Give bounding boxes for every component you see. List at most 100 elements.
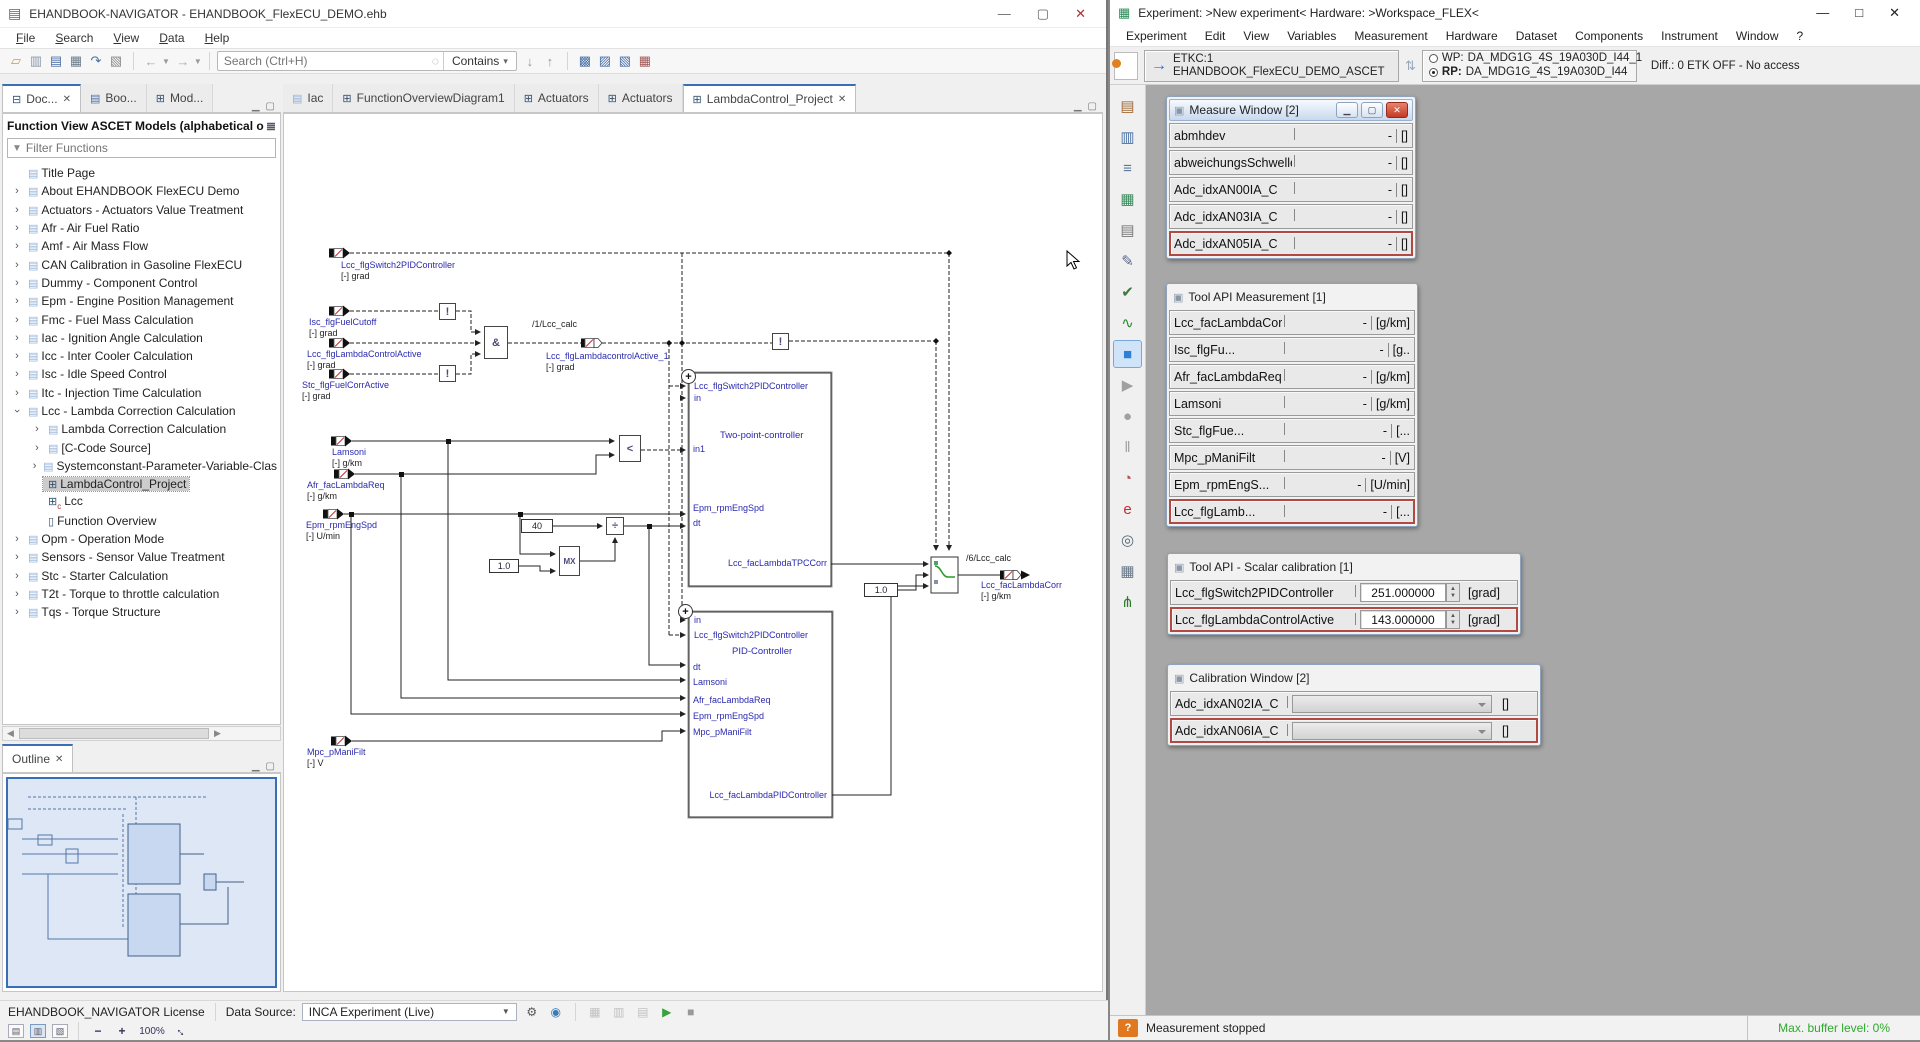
measure-row[interactable]: abmhdev - [] bbox=[1169, 123, 1413, 148]
measure-row[interactable]: Mpc_pManiFilt - [V] bbox=[1169, 445, 1415, 470]
tree-item[interactable]: › Lambda Correction Calculation bbox=[3, 420, 280, 438]
diagram-label[interactable]: Lcc_facLambdaPIDController bbox=[684, 790, 827, 801]
diagram-label[interactable]: Isc_flgFuelCutoff[-] grad bbox=[309, 317, 376, 339]
diagram-label[interactable]: Stc_flgFuelCorrActive[-] grad bbox=[302, 380, 389, 402]
measure-window-titlebar[interactable]: ▣ Measure Window [2] ▁ ▢ ✕ bbox=[1169, 99, 1413, 121]
diagram-label[interactable]: Epm_rpmEngSpd[-] U/min bbox=[306, 520, 377, 542]
tree-item[interactable]: › Epm - Engine Position Management bbox=[3, 292, 280, 310]
tab-outline[interactable]: Outline✕ bbox=[2, 744, 73, 772]
model-toolbar-icon[interactable]: ▩ bbox=[575, 51, 595, 71]
expander-icon[interactable]: › bbox=[11, 606, 23, 618]
diagram-label[interactable]: /6/Lcc_calc bbox=[966, 553, 1011, 564]
model-toolbar-icon[interactable]: ▨ bbox=[595, 51, 615, 71]
search-box[interactable]: ◌ Contains bbox=[217, 51, 517, 71]
value-input[interactable]: 143.000000 bbox=[1360, 610, 1446, 629]
spinner[interactable]: ▲▼ bbox=[1446, 583, 1460, 602]
search-input[interactable] bbox=[218, 54, 428, 68]
tree-item[interactable]: › Iac - Ignition Angle Calculation bbox=[3, 329, 280, 347]
wp-radio[interactable] bbox=[1429, 54, 1438, 63]
strip-icon[interactable]: ▶ bbox=[1114, 372, 1141, 398]
diagram-label[interactable]: Epm_rpmEngSpd bbox=[693, 711, 764, 722]
rp-radio[interactable] bbox=[1429, 68, 1438, 77]
tool-api-titlebar[interactable]: ▣ Tool API Measurement [1] bbox=[1169, 286, 1415, 308]
data-source-select[interactable]: INCA Experiment (Live)▼ bbox=[302, 1003, 517, 1021]
editor-tab[interactable]: Iac✕ bbox=[283, 84, 333, 112]
diagram-label[interactable]: Two-point-controller bbox=[720, 430, 803, 441]
strip-icon[interactable]: e bbox=[1114, 496, 1141, 522]
menu-item[interactable]: Help bbox=[197, 29, 238, 47]
scroll-left-icon[interactable]: ◀ bbox=[3, 728, 18, 739]
strip-icon[interactable]: ▤ bbox=[1114, 93, 1141, 119]
menu-item[interactable]: Variables bbox=[1279, 27, 1344, 45]
expander-icon[interactable]: › bbox=[11, 350, 23, 362]
sidebar-tab[interactable]: Mod...✕ bbox=[147, 84, 214, 112]
diagram-label[interactable]: Lcc_facLambdaTPCCorr bbox=[704, 558, 827, 569]
lens-icon[interactable]: ◉ bbox=[547, 1005, 565, 1019]
expander-icon[interactable]: › bbox=[11, 295, 23, 307]
calibration-row[interactable]: Lcc_flgLambdaControlActive 143.000000 ▲▼… bbox=[1170, 607, 1518, 632]
value-dropdown[interactable] bbox=[1292, 695, 1492, 713]
menu-item[interactable]: Experiment bbox=[1118, 27, 1195, 45]
tool-api-measurement-window[interactable]: ▣ Tool API Measurement [1] Lcc_facLambda… bbox=[1166, 283, 1418, 527]
strip-icon[interactable]: ■ bbox=[1114, 341, 1141, 367]
instrument-icon-2[interactable]: ▥ bbox=[610, 1005, 628, 1019]
menu-item[interactable]: Edit bbox=[1197, 27, 1234, 45]
measure-row[interactable]: Lamsoni - [g/km] bbox=[1169, 391, 1415, 416]
strip-icon[interactable]: ✎ bbox=[1114, 248, 1141, 274]
diagram-label[interactable]: ! bbox=[439, 303, 456, 320]
expander-icon[interactable]: › bbox=[31, 442, 43, 454]
editor-tab[interactable]: Actuators✕ bbox=[515, 84, 599, 112]
close-icon[interactable]: ✕ bbox=[1386, 102, 1408, 118]
instrument-icon-1[interactable]: ▦ bbox=[586, 1005, 604, 1019]
expander-icon[interactable]: › bbox=[11, 332, 23, 344]
menu-item[interactable]: Data bbox=[151, 29, 192, 47]
tree-hscrollbar[interactable]: ◀ ▶ bbox=[2, 726, 281, 741]
nav-icon[interactable]: ↓ bbox=[520, 51, 540, 71]
tree-item[interactable]: › Opm - Operation Mode bbox=[3, 530, 280, 548]
zoom-out-icon[interactable]: − bbox=[89, 1024, 107, 1038]
strip-icon[interactable]: ⋔ bbox=[1114, 589, 1141, 615]
contains-dropdown[interactable]: Contains bbox=[443, 52, 516, 70]
diagram-label[interactable]: in bbox=[694, 615, 701, 626]
expander-icon[interactable]: › bbox=[11, 222, 23, 234]
wp-radio-row[interactable]: WP: DA_MDG1G_4S_19A030D_I44_1 bbox=[1429, 52, 1642, 65]
forward-icon[interactable]: → bbox=[173, 51, 193, 71]
expander-icon[interactable]: › bbox=[11, 570, 23, 582]
back-icon[interactable]: ← bbox=[141, 51, 161, 71]
minimize-panel-icon[interactable]: ▁ bbox=[252, 101, 260, 112]
tree-item[interactable]: Lcc bbox=[3, 493, 280, 511]
strip-icon[interactable]: ● bbox=[1114, 403, 1141, 429]
minimize-panel-icon[interactable]: ▁ bbox=[252, 761, 260, 772]
spinner[interactable]: ▲▼ bbox=[1446, 610, 1460, 629]
tree-item[interactable]: Title Page bbox=[3, 164, 280, 182]
experiment-file-icon[interactable] bbox=[1114, 52, 1138, 80]
diagram-label[interactable]: 40 bbox=[521, 519, 553, 533]
strip-icon[interactable]: ▦ bbox=[1114, 186, 1141, 212]
diagram-label[interactable]: ! bbox=[772, 333, 789, 350]
model-toolbar-icon[interactable]: ▧ bbox=[615, 51, 635, 71]
instrument-icon-3[interactable]: ▤ bbox=[634, 1005, 652, 1019]
calibration-row[interactable]: Adc_idxAN02IA_C [] bbox=[1170, 691, 1538, 716]
filter-input[interactable] bbox=[26, 141, 271, 155]
view-split-icon[interactable]: ▥ bbox=[30, 1024, 46, 1038]
restore-icon[interactable]: ▢ bbox=[1361, 102, 1383, 118]
minimize-icon[interactable]: ▁ bbox=[1336, 102, 1358, 118]
expander-icon[interactable]: › bbox=[11, 588, 23, 600]
strip-icon[interactable]: ◔ bbox=[1114, 465, 1141, 491]
tree-item[interactable]: › Afr - Air Fuel Ratio bbox=[3, 219, 280, 237]
strip-icon[interactable]: ▦ bbox=[1114, 558, 1141, 584]
tree-item[interactable]: › [C-Code Source] bbox=[3, 438, 280, 456]
maximize-panel-icon[interactable]: ▢ bbox=[266, 101, 275, 112]
menu-item[interactable]: ? bbox=[1789, 27, 1812, 45]
menu-item[interactable]: Search bbox=[47, 29, 101, 47]
value-input[interactable]: 251.000000 bbox=[1360, 583, 1446, 602]
zoom-level[interactable]: 100% bbox=[137, 1026, 167, 1037]
device-box[interactable]: → ETKC:1 EHANDBOOK_FlexECU_DEMO_ASCET bbox=[1144, 50, 1399, 82]
tree-item[interactable]: › Itc - Injection Time Calculation bbox=[3, 384, 280, 402]
tree-item[interactable]: › Fmc - Fuel Mass Calculation bbox=[3, 310, 280, 328]
scroll-thumb[interactable] bbox=[19, 728, 209, 739]
view-menu-icon[interactable]: ≣ bbox=[266, 119, 276, 133]
menu-item[interactable]: Measurement bbox=[1346, 27, 1435, 45]
diagram-label[interactable]: Mpc_pManiFilt[-] V bbox=[307, 747, 366, 769]
tree-item[interactable]: › Isc - Idle Speed Control bbox=[3, 365, 280, 383]
